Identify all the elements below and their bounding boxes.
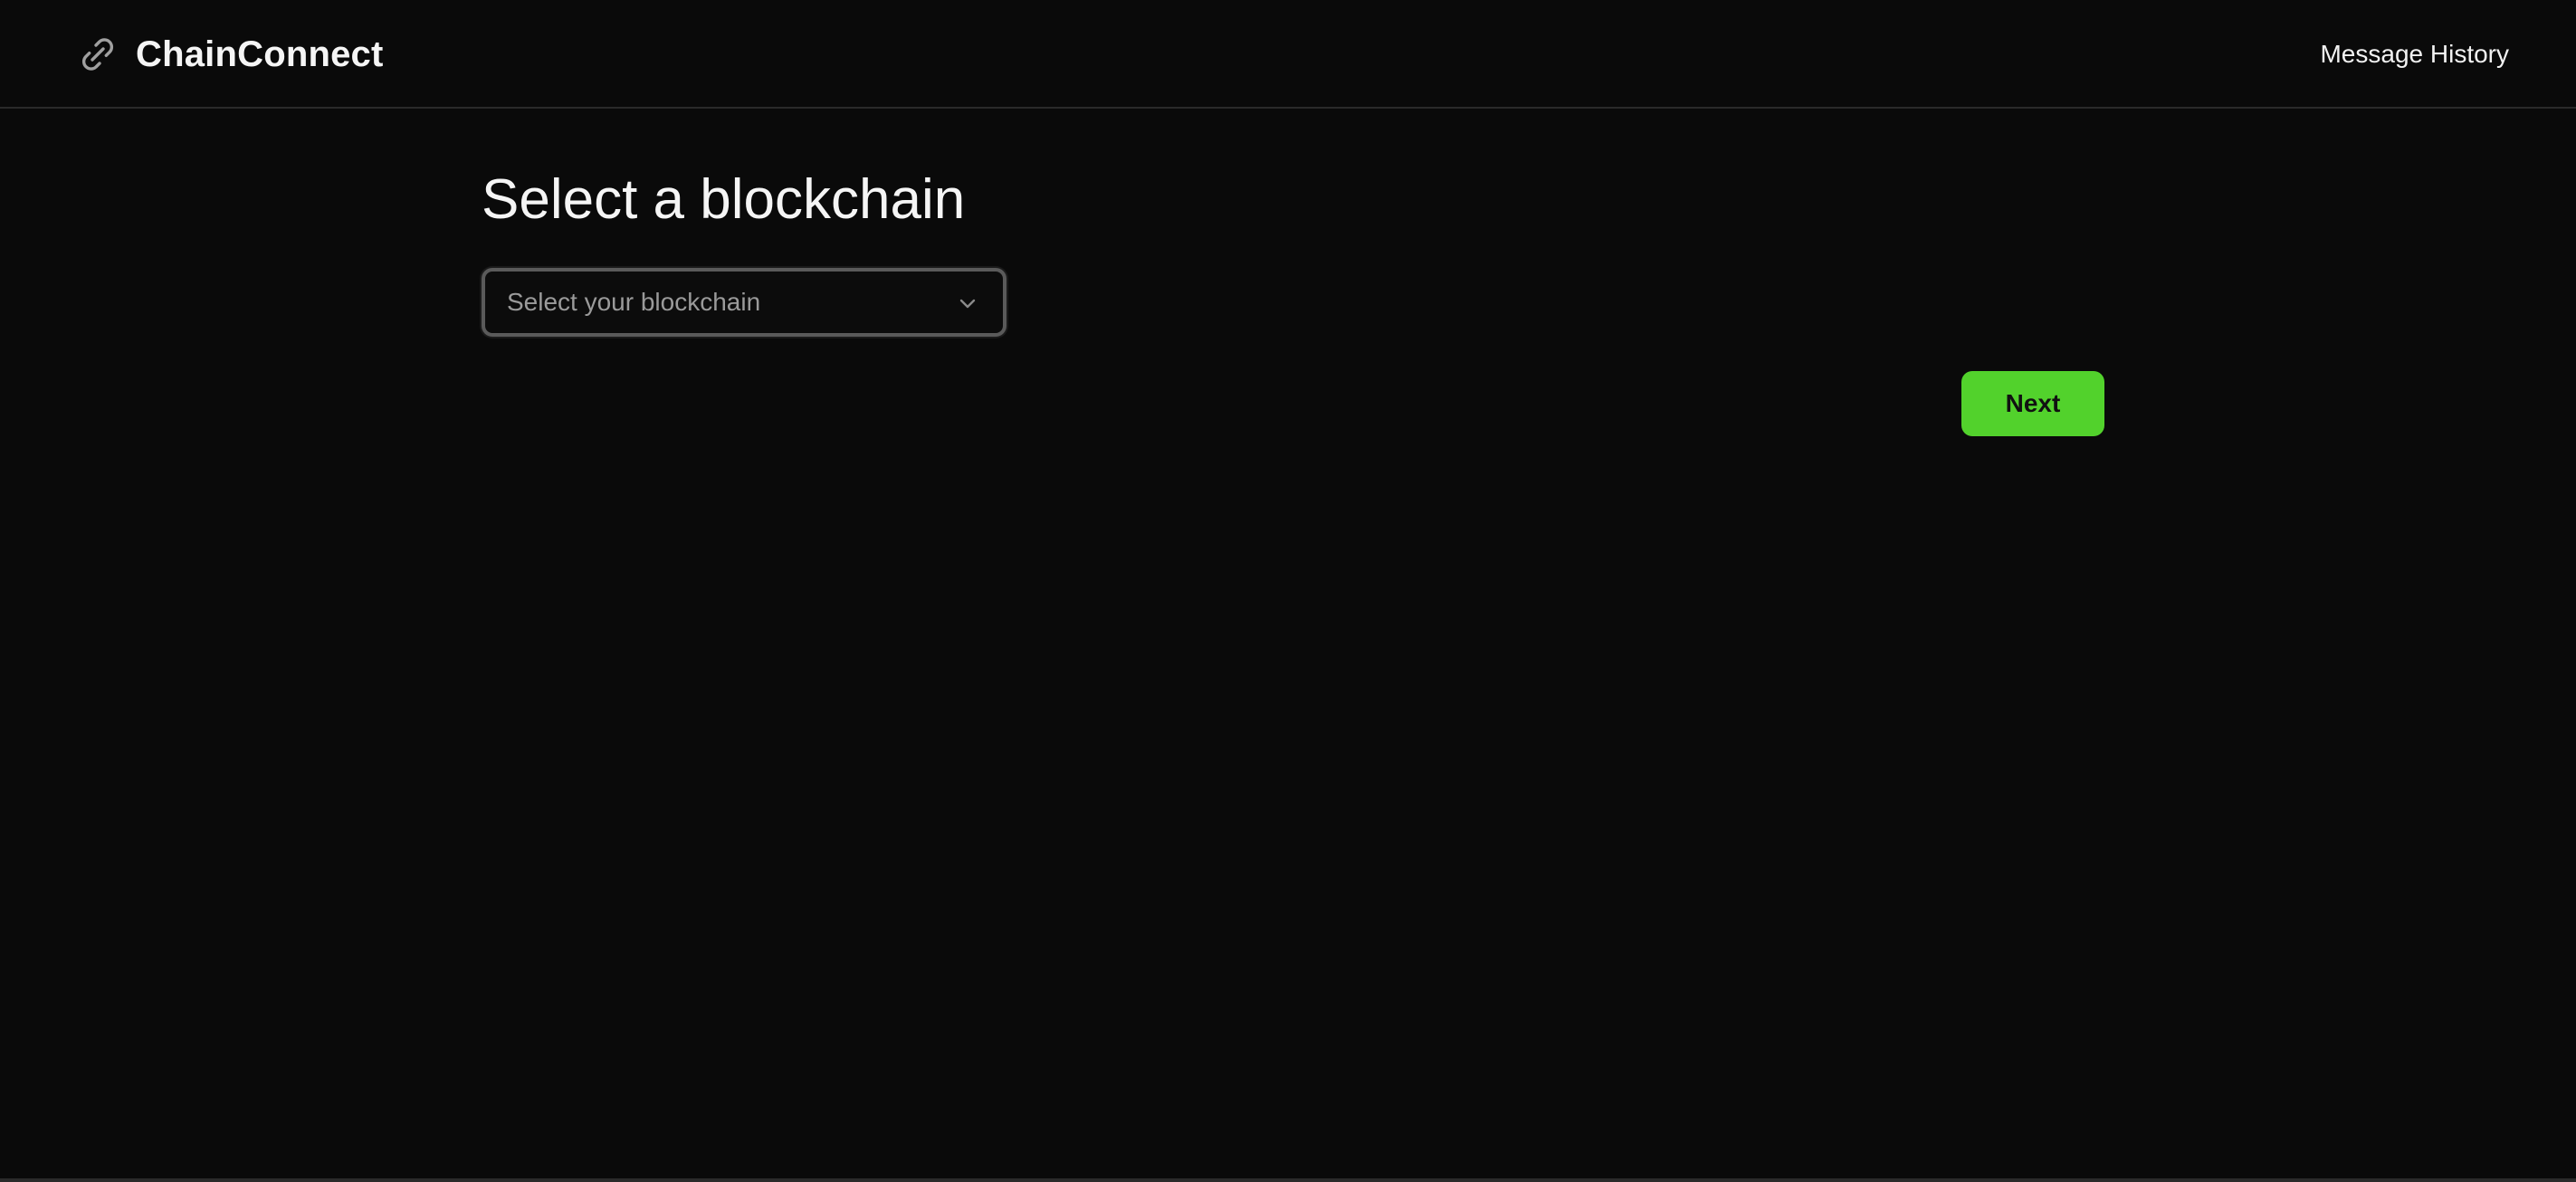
blockchain-select[interactable]: Select your blockchain: [482, 268, 1007, 337]
bottom-divider: [0, 1178, 2576, 1182]
chain-link-icon: [81, 38, 114, 71]
brand-name: ChainConnect: [136, 33, 384, 74]
top-header: ChainConnect Message History: [0, 0, 2576, 109]
brand[interactable]: ChainConnect: [76, 29, 384, 80]
message-history-link[interactable]: Message History: [2320, 36, 2509, 72]
chevron-down-icon: [959, 299, 976, 309]
next-button[interactable]: Next: [1961, 371, 2104, 436]
select-placeholder: Select your blockchain: [507, 288, 761, 316]
main-content: Select a blockchain Select your blockcha…: [482, 163, 2104, 436]
page-title: Select a blockchain: [482, 168, 966, 231]
